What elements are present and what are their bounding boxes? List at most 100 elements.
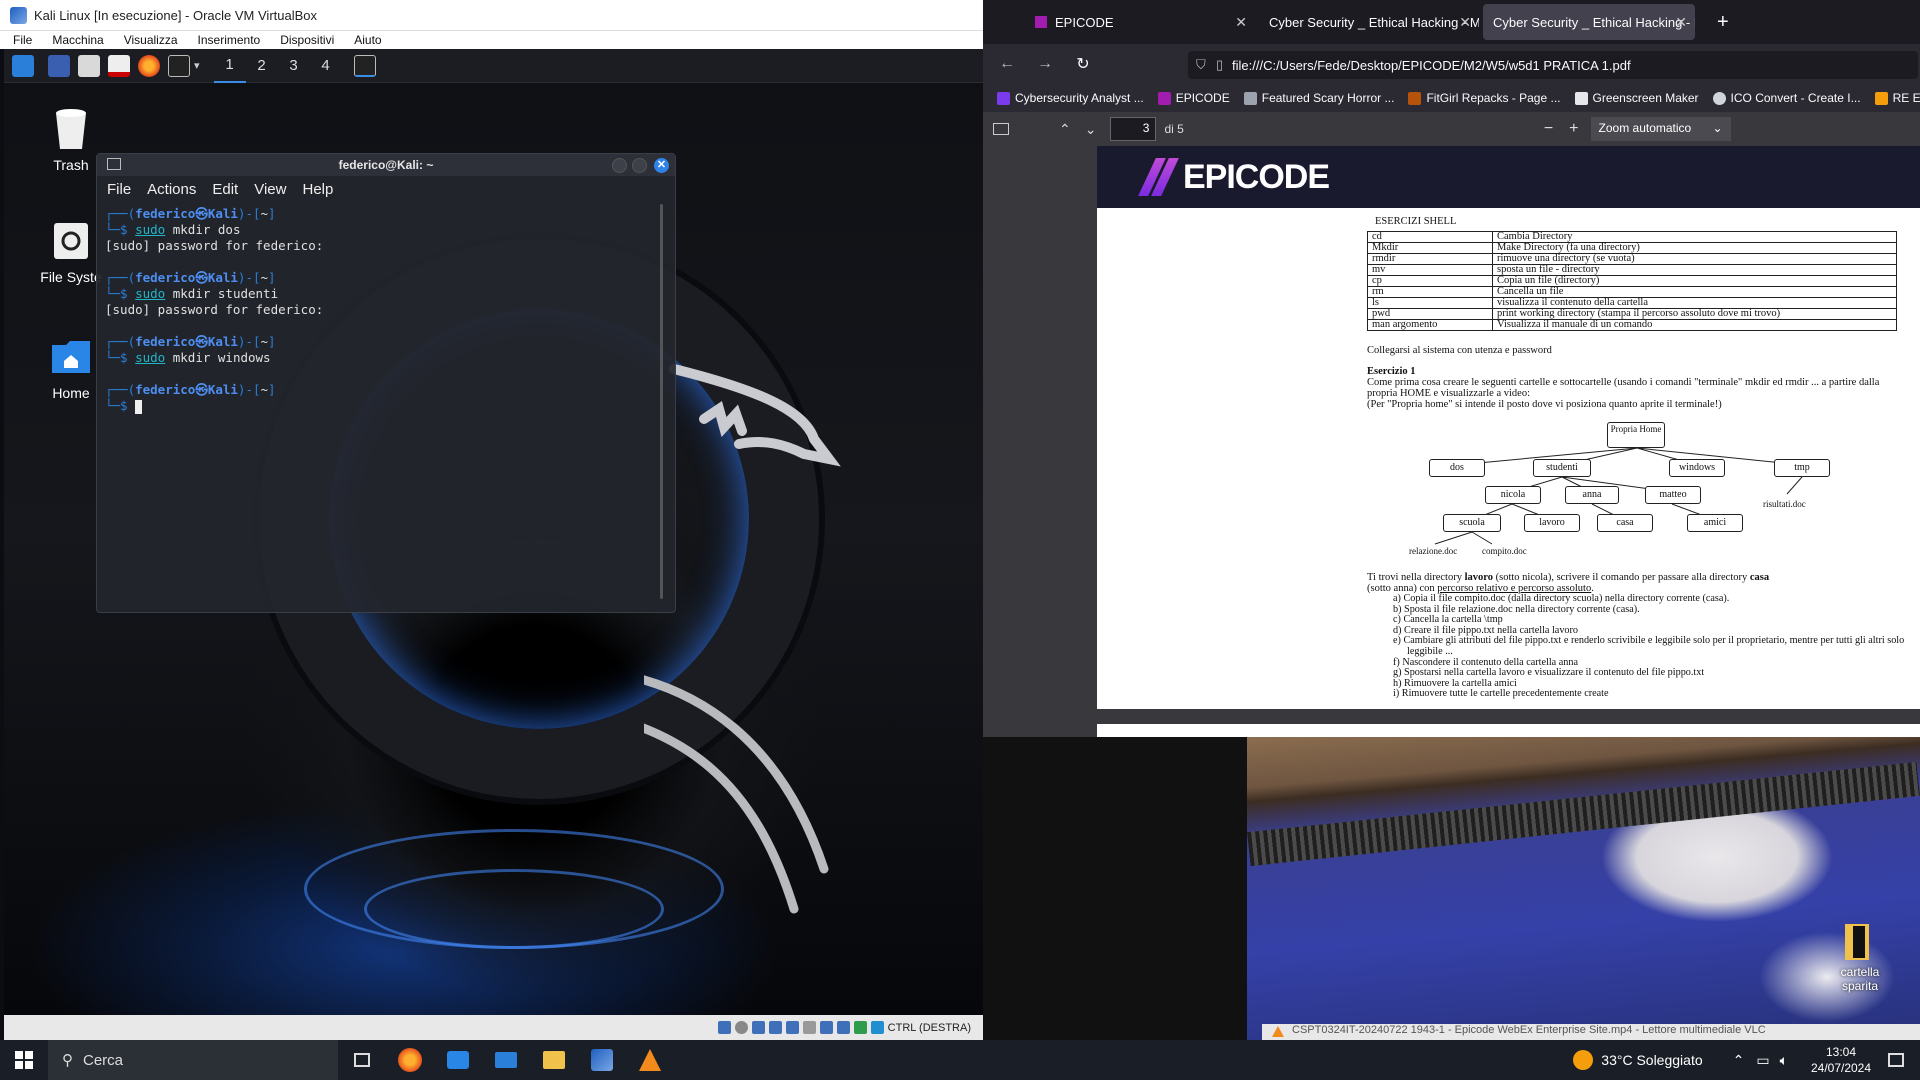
- kali-dragon-logo: [644, 364, 841, 914]
- reload-icon[interactable]: ↻: [1069, 54, 1097, 74]
- folder-icon[interactable]: [1843, 922, 1871, 962]
- vlc-window-title[interactable]: CSPT0324IT-20240722 1943-1 - Epicode Web…: [1262, 1024, 1920, 1040]
- vlc-taskbar-icon[interactable]: [626, 1040, 674, 1080]
- virtualbox-taskbar-icon[interactable]: [578, 1040, 626, 1080]
- terminal-titlebar[interactable]: federico@Kali: ~ ✕: [97, 154, 675, 176]
- vbox-menu-file[interactable]: File: [0, 31, 39, 49]
- usb-icon[interactable]: [785, 1021, 799, 1034]
- bookmark-item[interactable]: RE Engine: [1874, 91, 1920, 105]
- vbox-menu-help[interactable]: Aiuto: [341, 31, 388, 49]
- close-tab-icon[interactable]: ✕: [1459, 14, 1471, 31]
- prev-page-icon[interactable]: ⌃: [1059, 121, 1071, 138]
- tab-cyber-security-1[interactable]: Cyber Security _ Ethical Hacking - M ✕: [1259, 4, 1479, 40]
- cpu-icon[interactable]: [853, 1021, 867, 1034]
- taskbar-search[interactable]: ⚲ Cerca: [48, 1040, 338, 1080]
- vbox-menu-input[interactable]: Inserimento: [185, 31, 268, 49]
- shared-folder-icon[interactable]: [802, 1021, 816, 1034]
- recording-icon[interactable]: [836, 1021, 850, 1034]
- task-view-icon[interactable]: [338, 1040, 386, 1080]
- trash-icon: [50, 107, 92, 151]
- login-instruction: Collegarsi al sistema con utenza e passw…: [1367, 345, 1552, 356]
- desktop-icon[interactable]: [48, 54, 70, 77]
- workspace-4[interactable]: 4: [310, 49, 342, 83]
- page-number-input[interactable]: 3: [1110, 117, 1157, 141]
- close-tab-icon[interactable]: ✕: [1675, 14, 1687, 31]
- network-icon[interactable]: ▭: [1756, 1052, 1769, 1069]
- table-row: mv sposta un file - directory: [1367, 264, 1897, 276]
- start-button[interactable]: [0, 1040, 48, 1080]
- url-bar[interactable]: ⛉ ▯ file:///C:/Users/Fede/Desktop/EPICOD…: [1188, 51, 1918, 79]
- bookmark-item[interactable]: Cybersecurity Analyst ...: [997, 91, 1144, 105]
- zoom-select[interactable]: Zoom automatico ⌄: [1590, 117, 1731, 141]
- terminal-menu-view[interactable]: View: [254, 181, 286, 198]
- forward-icon[interactable]: →: [1031, 55, 1059, 73]
- host-key-label: CTRL (DESTRA): [887, 1021, 971, 1034]
- terminal-icon[interactable]: [168, 54, 190, 77]
- mouse-integration-icon[interactable]: [870, 1021, 884, 1034]
- terminal-menu-file[interactable]: File: [107, 181, 131, 198]
- vbox-menu-devices[interactable]: Dispositivi: [267, 31, 341, 49]
- bookmark-item[interactable]: Featured Scary Horror ...: [1243, 91, 1394, 105]
- vbox-titlebar[interactable]: Kali Linux [In esecuzione] - Oracle VM V…: [0, 0, 983, 31]
- maximize-button[interactable]: [632, 158, 647, 173]
- chevron-down-icon[interactable]: ▾: [194, 59, 200, 72]
- firefox-icon[interactable]: [138, 54, 160, 77]
- bookmark-item[interactable]: FitGirl Repacks - Page ...: [1408, 91, 1561, 105]
- bookmarks-toolbar: Cybersecurity Analyst ... EPICODE Featur…: [983, 84, 1920, 112]
- kali-menu-icon[interactable]: [12, 54, 34, 77]
- network-icon[interactable]: [768, 1021, 782, 1034]
- clock-date: 24/07/2024: [1810, 1061, 1872, 1075]
- workspace-2[interactable]: 2: [246, 49, 278, 83]
- terminal-title: federico@Kali: ~: [338, 158, 434, 172]
- kali-taskbar-icon[interactable]: [434, 1040, 482, 1080]
- new-tab-button[interactable]: +: [1717, 11, 1729, 34]
- zoom-in-icon[interactable]: +: [1569, 120, 1578, 138]
- vbox-menu-view[interactable]: Visualizza: [111, 31, 185, 49]
- file-explorer-icon[interactable]: [530, 1040, 578, 1080]
- terminal-menu-edit[interactable]: Edit: [212, 181, 238, 198]
- workspace-3[interactable]: 3: [278, 49, 310, 83]
- audio-icon[interactable]: [751, 1021, 765, 1034]
- text-editor-icon[interactable]: [108, 54, 130, 77]
- hdd-icon[interactable]: [717, 1021, 731, 1034]
- mail-icon[interactable]: [482, 1040, 530, 1080]
- shield-icon[interactable]: ⛉: [1196, 57, 1206, 73]
- list-item: i) Rimuovere tutte le cartelle precedent…: [1393, 688, 1609, 700]
- tab-epicode[interactable]: EPICODE ✕: [1025, 4, 1255, 40]
- folder-label[interactable]: cartella sparita: [1825, 965, 1895, 993]
- minimize-button[interactable]: [612, 158, 627, 173]
- volume-icon[interactable]: 🔈︎: [1780, 1052, 1788, 1069]
- zoom-out-icon[interactable]: −: [1544, 120, 1553, 138]
- virtualbox-window: Kali Linux [In esecuzione] - Oracle VM V…: [0, 0, 983, 1040]
- tree-node-home: Propria Home: [1607, 422, 1665, 448]
- firefox-taskbar-icon[interactable]: [386, 1040, 434, 1080]
- display-icon[interactable]: [819, 1021, 833, 1034]
- tab-cyber-security-2[interactable]: Cyber Security _ Ethical Hacking - M ✕: [1483, 4, 1695, 40]
- notifications-icon[interactable]: [1888, 1053, 1904, 1067]
- close-button[interactable]: ✕: [654, 158, 669, 173]
- optical-drive-icon[interactable]: [734, 1021, 748, 1034]
- chevron-up-icon[interactable]: ⌃: [1733, 1052, 1745, 1069]
- next-page-icon[interactable]: ⌄: [1085, 121, 1097, 138]
- terminal-output[interactable]: ┌──(federico㉿Kali)-[~] └─$ sudo mkdir do…: [97, 202, 675, 418]
- bookmark-item[interactable]: Greenscreen Maker: [1574, 91, 1699, 105]
- bookmark-item[interactable]: EPICODE: [1157, 91, 1230, 105]
- close-tab-icon[interactable]: ✕: [1235, 14, 1247, 31]
- weather-sun-icon[interactable]: [1573, 1050, 1594, 1070]
- terminal-scrollbar[interactable]: [660, 204, 663, 599]
- workspace-1[interactable]: 1: [213, 49, 246, 83]
- bookmark-item[interactable]: ICO Convert - Create I...: [1712, 91, 1861, 105]
- pdf-viewer[interactable]: EPICODE ESERCIZI SHELL cd Cambia Director…: [983, 146, 1920, 737]
- commands-table: cd Cambia Directory Mkdir Make Directory (…: [1367, 231, 1897, 331]
- task-intro: Ti trovi nella directory lavoro (sotto n…: [1367, 572, 1770, 594]
- weather-text[interactable]: 33°C Soleggiato: [1601, 1052, 1702, 1068]
- terminal-menu-actions[interactable]: Actions: [147, 181, 196, 198]
- epicode-favicon: [1035, 16, 1047, 28]
- vbox-menu-machine[interactable]: Macchina: [39, 31, 110, 49]
- terminal-task-icon[interactable]: [353, 54, 376, 77]
- file-manager-icon[interactable]: [78, 54, 100, 77]
- clock[interactable]: 13:04 24/07/2024: [1802, 1044, 1880, 1076]
- back-icon[interactable]: ←: [993, 55, 1021, 73]
- terminal-menu-help[interactable]: Help: [302, 181, 333, 198]
- sidebar-toggle-icon[interactable]: [993, 123, 1009, 135]
